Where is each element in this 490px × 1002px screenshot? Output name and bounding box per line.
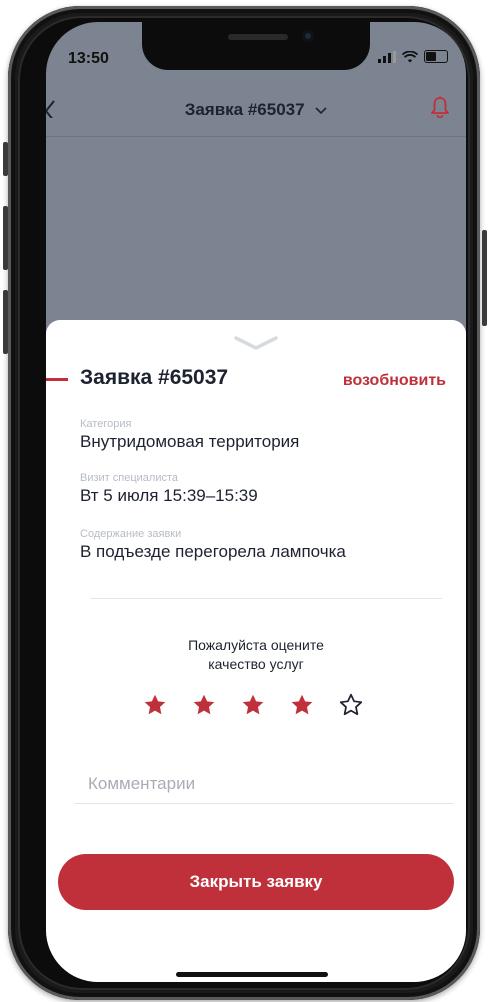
wifi-icon <box>402 50 418 62</box>
star-icon-filled[interactable] <box>240 692 266 718</box>
request-sheet: Заявка #65037 возобновить Категория Внут… <box>46 320 466 982</box>
visit-value: Вт 5 июля 15:39–15:39 <box>80 486 258 505</box>
bell-icon[interactable] <box>430 96 450 118</box>
header-title-dropdown[interactable]: Заявка #65037 <box>46 100 466 120</box>
request-title: Заявка #65037 <box>80 366 229 389</box>
volume-up-button <box>3 206 8 270</box>
rating-prompt-line2: качество услуг <box>208 656 304 672</box>
chevron-down-icon <box>315 106 327 114</box>
status-bar: 13:50 <box>46 22 466 70</box>
content-value: В подъезде перегорела лампочка <box>80 542 346 561</box>
star-icon-empty[interactable] <box>338 692 364 718</box>
star-icon-filled[interactable] <box>191 692 217 718</box>
divider <box>90 598 442 599</box>
signal-icon <box>378 50 396 63</box>
rating-prompt: Пожалуйста оцените качество услуг <box>46 636 466 674</box>
category-value: Внутридомовая территория <box>80 432 300 451</box>
power-button <box>482 230 487 326</box>
header-bar: Заявка #65037 <box>46 82 466 137</box>
notch <box>142 22 370 70</box>
chevron-down-icon[interactable] <box>232 334 280 352</box>
star-icon-filled[interactable] <box>142 692 168 718</box>
status-icons <box>378 50 448 63</box>
app-screen: 13:50 Заявка #65037 Заявка #65037 возобн… <box>46 22 466 982</box>
rating-stars <box>142 692 364 718</box>
comment-input[interactable] <box>74 764 454 804</box>
reopen-button[interactable]: возобновить <box>343 372 446 390</box>
category-label: Категория <box>80 418 132 430</box>
visit-label: Визит специалиста <box>80 472 178 484</box>
battery-icon <box>424 50 448 63</box>
status-time: 13:50 <box>68 50 109 67</box>
speaker <box>228 34 288 40</box>
home-indicator[interactable] <box>176 972 328 977</box>
camera <box>302 30 314 42</box>
accent-marker <box>46 378 68 381</box>
content-label: Содержание заявки <box>80 528 182 540</box>
close-request-button[interactable]: Закрыть заявку <box>58 854 454 910</box>
header-title: Заявка #65037 <box>184 100 305 119</box>
silent-switch <box>3 142 8 176</box>
star-icon-filled[interactable] <box>289 692 315 718</box>
rating-prompt-line1: Пожалуйста оцените <box>188 637 324 653</box>
volume-down-button <box>3 290 8 354</box>
